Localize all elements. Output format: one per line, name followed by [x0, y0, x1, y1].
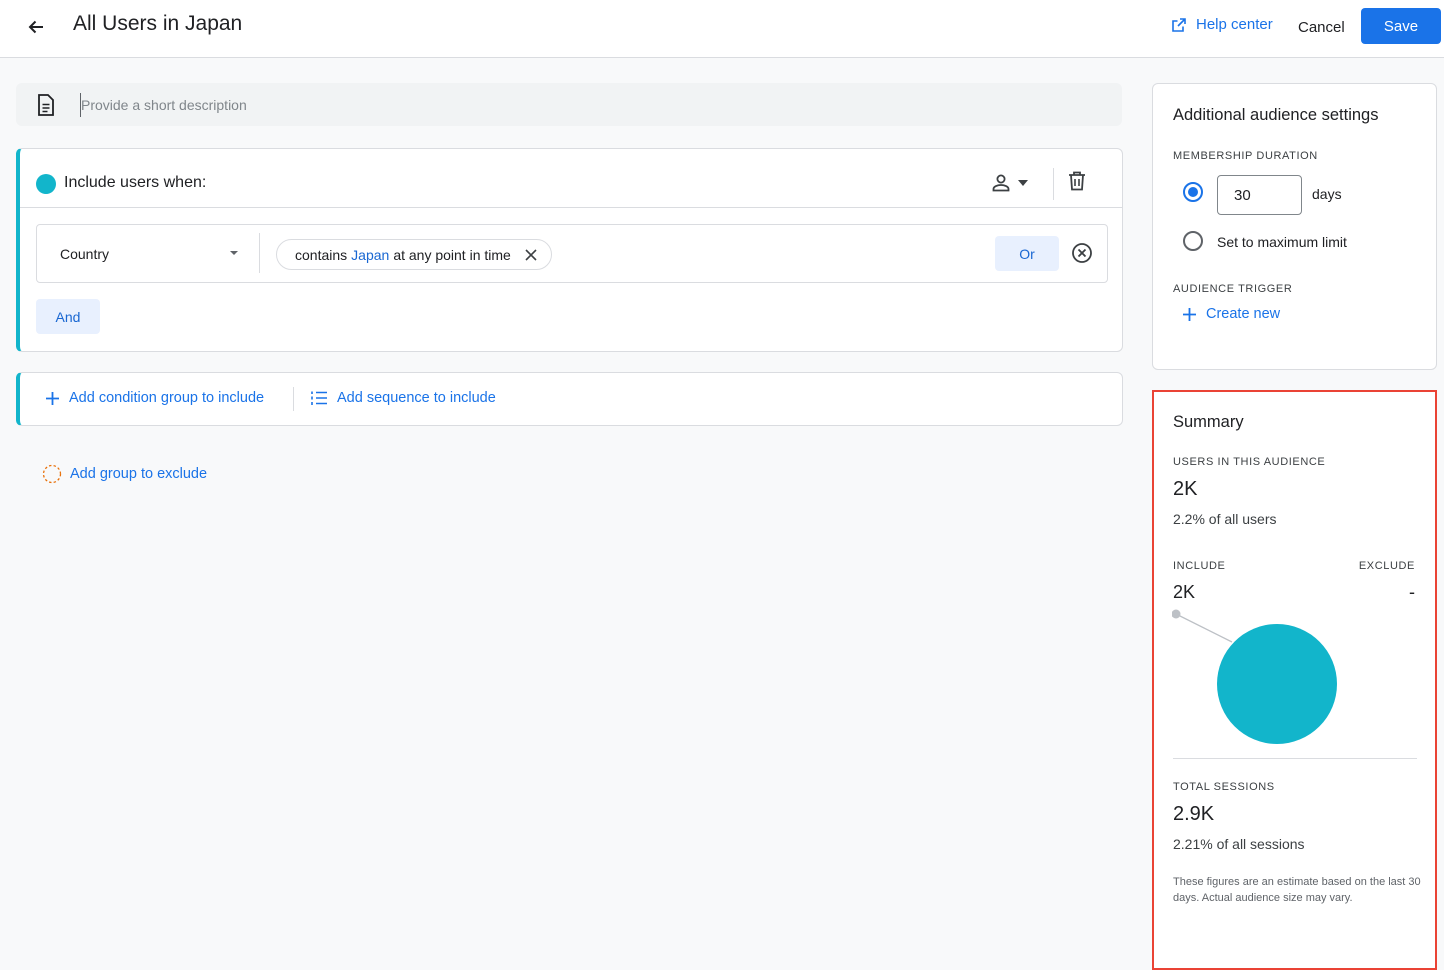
include-group-title: Include users when:: [64, 174, 207, 191]
cancel-button[interactable]: Cancel: [1291, 9, 1352, 45]
audience-settings-card: Additional audience settings MEMBERSHIP …: [1152, 83, 1437, 370]
top-bar: All Users in Japan Help center Cancel Sa…: [0, 0, 1444, 58]
max-limit-radio[interactable]: [1183, 231, 1203, 251]
caret-down-icon: [230, 251, 238, 255]
duration-input[interactable]: [1217, 175, 1302, 215]
add-sequence-label: Add sequence to include: [337, 390, 496, 406]
include-pointer-dot: [1172, 609, 1181, 619]
caret-down-icon: [1018, 180, 1028, 186]
add-sequence-button[interactable]: Add sequence to include: [311, 390, 496, 406]
page-title: All Users in Japan: [73, 12, 243, 35]
include-condition-group: Include users when: Country contains Jap…: [16, 148, 1123, 352]
estimate-note: These figures are an estimate based on t…: [1173, 876, 1421, 904]
add-exclude-label: Add group to exclude: [70, 466, 208, 482]
include-value: 2K: [1173, 582, 1196, 602]
close-icon[interactable]: [525, 248, 537, 261]
users-value: 2K: [1173, 478, 1198, 500]
dimension-select[interactable]: Country: [37, 225, 257, 282]
users-percentage: 2.2% of all users: [1173, 511, 1277, 527]
include-pointer-line: [1175, 613, 1233, 643]
help-center-label: Help center: [1196, 16, 1273, 33]
audience-trigger-label: AUDIENCE TRIGGER: [1173, 283, 1293, 295]
summary-card: Summary USERS IN THIS AUDIENCE 2K 2.2% o…: [1152, 390, 1437, 970]
sessions-value: 2.9K: [1173, 803, 1215, 825]
or-button[interactable]: Or: [995, 236, 1059, 271]
header-divider: [1053, 168, 1054, 200]
duration-days-radio[interactable]: [1183, 182, 1203, 202]
condition-divider: [259, 233, 260, 273]
add-divider: [293, 387, 294, 411]
chip-value: Japan: [351, 246, 390, 263]
membership-duration-label: MEMBERSHIP DURATION: [1173, 150, 1318, 162]
person-icon: [992, 174, 1010, 192]
exclude-value: -: [1409, 582, 1415, 602]
remove-condition-icon[interactable]: [1071, 242, 1093, 269]
users-label: USERS IN THIS AUDIENCE: [1173, 456, 1326, 468]
add-exclude-group-button[interactable]: Add group to exclude: [42, 464, 207, 484]
dashed-circle-icon: [42, 464, 62, 484]
chip-scope: at any point in time: [393, 246, 511, 263]
chip-operator: contains: [295, 246, 348, 263]
plus-icon: [46, 391, 59, 405]
summary-divider: [1173, 758, 1417, 759]
include-circle: [1217, 624, 1337, 744]
exclude-label: EXCLUDE: [1358, 560, 1415, 572]
group-color-dot: [36, 174, 56, 194]
add-condition-group-label: Add condition group to include: [69, 390, 265, 406]
open-in-new-icon: [1172, 17, 1186, 32]
include-group-header: Include users when:: [20, 149, 1122, 208]
condition-chip[interactable]: contains Japan at any point in time: [276, 239, 552, 270]
sequence-list-icon: [311, 391, 327, 405]
days-label: days: [1312, 186, 1342, 202]
summary-title: Summary: [1173, 413, 1244, 431]
help-center-link[interactable]: Help center: [1171, 16, 1273, 33]
sessions-percentage: 2.21% of all sessions: [1173, 836, 1305, 852]
delete-icon[interactable]: [1068, 171, 1086, 196]
description-icon: [38, 94, 54, 116]
back-arrow-icon[interactable]: [22, 13, 50, 41]
description-bar: [16, 83, 1122, 126]
plus-icon: [1183, 307, 1196, 321]
audience-venn-diagram: [1172, 609, 1337, 744]
dimension-label: Country: [60, 245, 110, 262]
save-button[interactable]: Save: [1361, 8, 1441, 44]
description-input[interactable]: [80, 93, 1080, 117]
sessions-label: TOTAL SESSIONS: [1173, 781, 1275, 793]
and-button[interactable]: And: [36, 299, 100, 334]
settings-title: Additional audience settings: [1173, 106, 1379, 124]
create-new-label: Create new: [1206, 306, 1281, 322]
include-label: INCLUDE: [1173, 560, 1226, 572]
create-trigger-button[interactable]: Create new: [1183, 306, 1280, 322]
condition-scope-dropdown[interactable]: [990, 172, 1028, 194]
add-condition-group-button[interactable]: Add condition group to include: [46, 390, 264, 406]
max-limit-label: Set to maximum limit: [1217, 234, 1347, 250]
add-group-bar: Add condition group to include Add seque…: [16, 372, 1123, 426]
condition-row: Country contains Japan at any point in t…: [36, 224, 1108, 283]
